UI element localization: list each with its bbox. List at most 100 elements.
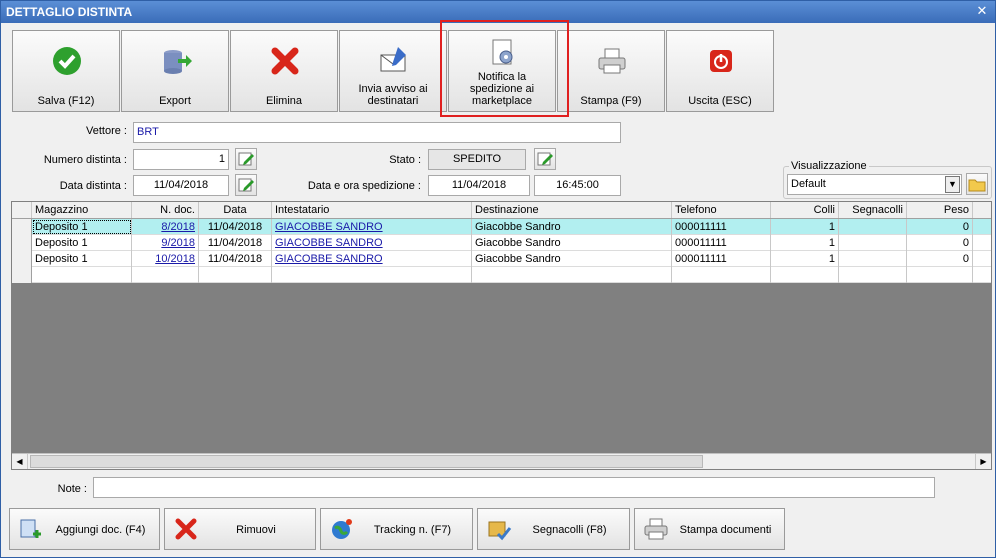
empty-cell [132,267,199,283]
notes-field[interactable] [93,477,935,498]
window: DETTAGLIO DISTINTA ✕ Salva (F12) Export … [0,0,996,558]
red-x-icon [271,47,299,75]
package-labels-button[interactable]: Segnacolli (F8) [477,508,630,550]
cell-date: 11/04/2018 [199,251,272,267]
row-indicator [12,235,32,251]
remove-button[interactable]: Rimuovi [164,508,316,550]
box-check-icon [488,521,512,541]
export-button[interactable]: Export [121,30,229,112]
edit-status-icon[interactable] [534,148,556,170]
header-labels[interactable]: Segnacolli [839,202,907,218]
table-row[interactable]: Deposito 1 9/2018 11/04/2018 GIACOBBE SA… [12,235,991,251]
ship-date-field[interactable]: 11/04/2018 [428,175,530,196]
number-field[interactable]: 1 [133,149,229,170]
add-document-icon [20,519,41,538]
close-icon[interactable]: ✕ [975,4,989,18]
globe-icon [332,519,352,539]
delete-button[interactable]: Elimina [230,30,338,112]
row-indicator [12,251,32,267]
scroll-thumb[interactable] [30,455,703,468]
tracking-button[interactable]: Tracking n. (F7) [320,508,473,550]
cell-date: 11/04/2018 [199,235,272,251]
add-doc-button[interactable]: Aggiungi doc. (F4) [9,508,160,550]
header-corner [12,202,32,218]
header-weight[interactable]: Peso [907,202,973,218]
horizontal-scrollbar[interactable]: ◀ ▶ [12,453,991,469]
row-indicator [12,219,32,235]
doc-link[interactable]: 10/2018 [155,253,195,265]
holder-link[interactable]: GIACOBBE SANDRO [275,237,383,249]
date-label: Data distinta : [59,180,127,192]
scroll-left-icon[interactable]: ◀ [12,454,28,469]
window-title: DETTAGLIO DISTINTA [6,5,133,19]
cell-destination: Giacobbe Sandro [472,219,672,235]
empty-cell [272,267,472,283]
empty-cell [672,267,771,283]
header-packages[interactable]: Colli [771,202,839,218]
notes-label: Note : [57,483,87,495]
number-label: Numero distinta : [43,154,127,166]
cell-destination: Giacobbe Sandro [472,235,672,251]
doc-link[interactable]: 9/2018 [161,237,195,249]
empty-cell [472,267,672,283]
doc-link[interactable]: 8/2018 [161,221,195,233]
cell-warehouse: Deposito 1 [32,251,132,267]
edit-number-icon[interactable] [235,148,257,170]
cell-weight: 0 [907,235,973,251]
empty-cell [907,267,973,283]
exit-button[interactable]: Uscita (ESC) [666,30,774,112]
ship-datetime-label: Data e ora spedizione : [307,180,421,192]
edit-date-icon[interactable] [235,174,257,196]
folder-icon[interactable] [966,173,988,195]
highlight-box [440,20,569,117]
carrier-field[interactable]: BRT [133,122,621,143]
empty-cell [771,267,839,283]
header-date[interactable]: Data [199,202,272,218]
print-button[interactable]: Stampa (F9) [557,30,665,112]
red-x-icon [175,518,197,540]
view-select[interactable]: Default ▼ [787,174,962,195]
header-warehouse[interactable]: Magazzino [32,202,132,218]
cell-labels [839,251,907,267]
table-row[interactable]: Deposito 1 8/2018 11/04/2018 GIACOBBE SA… [12,219,991,235]
checkmark-icon [53,47,81,75]
cell-packages: 1 [771,251,839,267]
cell-weight: 0 [907,219,973,235]
carrier-label: Vettore : [86,125,127,137]
chevron-down-icon[interactable]: ▼ [945,176,960,193]
print-documents-button[interactable]: Stampa documenti [634,508,785,550]
table-row[interactable]: Deposito 1 10/2018 11/04/2018 GIACOBBE S… [12,251,991,267]
envelope-pen-icon [380,47,406,72]
save-button[interactable]: Salva (F12) [12,30,120,112]
status-field: SPEDITO [428,149,526,170]
holder-link[interactable]: GIACOBBE SANDRO [275,221,383,233]
view-label: Visualizzazione [789,160,869,172]
scroll-right-icon[interactable]: ▶ [975,454,991,469]
cell-warehouse: Deposito 1 [32,219,132,235]
send-notice-button[interactable]: Invia avviso ai destinatari [339,30,447,112]
cell-labels [839,219,907,235]
printer-icon [644,518,668,540]
status-label: Stato : [389,154,421,166]
empty-cell [839,267,907,283]
cell-phone: 000011111 [672,219,771,235]
header-doc-number[interactable]: N. doc. [132,202,199,218]
empty-cell [199,267,272,283]
holder-link[interactable]: GIACOBBE SANDRO [275,253,383,265]
cell-packages: 1 [771,235,839,251]
header-phone[interactable]: Telefono [672,202,771,218]
ship-time-field[interactable]: 16:45:00 [534,175,621,196]
power-icon [710,50,732,72]
printer-icon [598,48,626,74]
header-destination[interactable]: Destinazione [472,202,672,218]
date-field[interactable]: 11/04/2018 [133,175,229,196]
documents-table: Magazzino N. doc. Data Intestatario Dest… [11,201,992,470]
cell-phone: 000011111 [672,235,771,251]
cell-destination: Giacobbe Sandro [472,251,672,267]
new-row[interactable] [12,267,991,283]
empty-cell [32,267,132,283]
cell-packages: 1 [771,219,839,235]
cell-labels [839,235,907,251]
cell-phone: 000011111 [672,251,771,267]
header-holder[interactable]: Intestatario [272,202,472,218]
